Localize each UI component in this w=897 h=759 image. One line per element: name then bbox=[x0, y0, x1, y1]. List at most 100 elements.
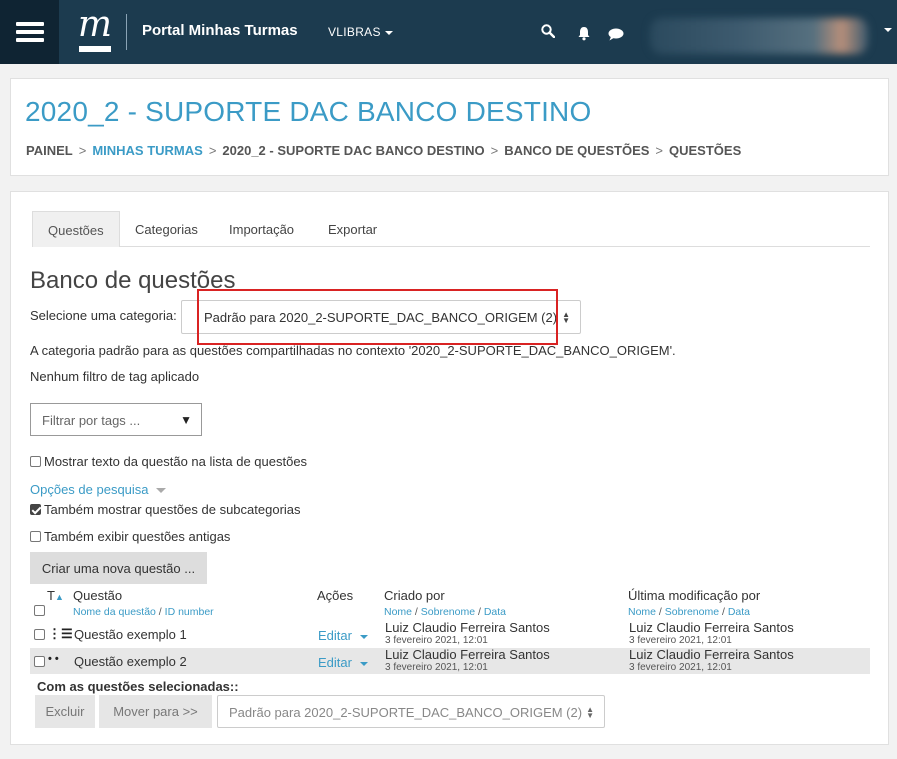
sort-modified-first-name[interactable]: Nome bbox=[628, 606, 656, 618]
user-menu-blurred[interactable] bbox=[650, 18, 868, 54]
page-title: 2020_2 - SUPORTE DAC BANCO DESTINO bbox=[25, 96, 592, 127]
bell-icon[interactable] bbox=[577, 26, 591, 41]
created-column-header: Criado por bbox=[384, 588, 445, 603]
sort-created-last-name[interactable]: Sobrenome bbox=[421, 606, 475, 618]
site-logo[interactable]: m bbox=[76, 4, 114, 52]
row-checkbox[interactable] bbox=[34, 656, 45, 667]
menu-toggle-button[interactable] bbox=[0, 0, 59, 64]
show-text-checkbox[interactable] bbox=[30, 456, 41, 467]
dots-icon: • • bbox=[48, 653, 59, 665]
chevron-down-icon bbox=[384, 30, 393, 35]
tag-filter-status: Nenhum filtro de tag aplicado bbox=[30, 369, 200, 384]
tab-bar: Questões Categorias Importação Exportar bbox=[32, 211, 870, 247]
chat-icon[interactable] bbox=[608, 28, 624, 41]
create-question-button[interactable]: Criar uma nova questão ... bbox=[30, 552, 207, 584]
dropdown-triangle-icon: ▼ bbox=[180, 413, 192, 427]
move-to-button[interactable]: Mover para >> bbox=[99, 695, 212, 728]
created-by-name: Luiz Claudio Ferreira Santos bbox=[385, 620, 550, 635]
vlibras-label: VLIBRAS bbox=[328, 25, 381, 39]
highlight-annotation-box bbox=[197, 289, 558, 345]
tab-exportar[interactable]: Exportar bbox=[313, 211, 392, 247]
sort-created-date[interactable]: Data bbox=[484, 606, 506, 618]
sort-question-name[interactable]: Nome da questão bbox=[73, 606, 156, 618]
sort-type-header[interactable]: T▲ bbox=[47, 588, 64, 603]
old-questions-option[interactable]: Também exibir questões antigas bbox=[30, 529, 230, 544]
modified-by-name: Luiz Claudio Ferreira Santos bbox=[629, 620, 794, 635]
search-icon[interactable] bbox=[541, 24, 555, 38]
old-questions-checkbox[interactable] bbox=[30, 531, 41, 542]
show-text-option[interactable]: Mostrar texto da questão na lista de que… bbox=[30, 454, 307, 469]
logo-letter: m bbox=[77, 4, 113, 45]
question-name: Questão exemplo 2 bbox=[74, 654, 187, 669]
show-text-label: Mostrar texto da questão na lista de que… bbox=[44, 454, 308, 469]
breadcrumb-item-course[interactable]: 2020_2 - SUPORTE DAC BANCO DESTINO bbox=[222, 143, 484, 158]
search-options-toggle[interactable]: Opções de pesquisa bbox=[30, 482, 167, 497]
move-target-value: Padrão para 2020_2-SUPORTE_DAC_BANCO_ORI… bbox=[229, 705, 583, 720]
site-name-link[interactable]: Portal Minhas Turmas bbox=[142, 22, 298, 39]
tag-filter-placeholder: Filtrar por tags ... bbox=[42, 413, 141, 428]
sort-id-number[interactable]: ID number bbox=[165, 606, 214, 618]
user-chevron-down-icon[interactable] bbox=[884, 28, 892, 32]
question-column-header[interactable]: Questão bbox=[73, 588, 122, 603]
menu-icon bbox=[15, 22, 44, 42]
breadcrumb-separator: > bbox=[208, 143, 217, 158]
search-options-label: Opções de pesquisa bbox=[30, 482, 149, 497]
breadcrumb-item-minhas-turmas[interactable]: MINHAS TURMAS bbox=[92, 143, 203, 158]
table-row: ⋮☰ Questão exemplo 1 Editar Luiz Claudio… bbox=[30, 620, 870, 647]
multichoice-icon: ⋮☰ bbox=[48, 626, 73, 641]
with-selected-label: Com as questões selecionadas:: bbox=[37, 679, 239, 694]
sort-created-first-name[interactable]: Nome bbox=[384, 606, 412, 618]
top-navbar: m Portal Minhas Turmas VLIBRAS bbox=[0, 0, 897, 64]
subcategories-label: Também mostrar questões de subcategorias bbox=[44, 502, 301, 517]
tag-filter-input[interactable]: Filtrar por tags ... ▼ bbox=[30, 403, 202, 436]
modified-date: 3 fevereiro 2021, 12:01 bbox=[629, 635, 732, 646]
question-name: Questão exemplo 1 bbox=[74, 627, 187, 642]
chevron-down-icon bbox=[359, 661, 368, 666]
nav-divider bbox=[126, 14, 127, 50]
page-header: 2020_2 - SUPORTE DAC BANCO DESTINO PAINE… bbox=[10, 78, 889, 176]
breadcrumb-separator: > bbox=[490, 143, 499, 158]
chevron-down-icon bbox=[359, 634, 368, 639]
row-checkbox[interactable] bbox=[34, 629, 45, 640]
created-date: 3 fevereiro 2021, 12:01 bbox=[385, 662, 488, 673]
delete-button[interactable]: Excluir bbox=[35, 695, 95, 728]
logo-bar bbox=[79, 46, 111, 52]
question-sort-links: Nome da questão / ID number bbox=[73, 606, 214, 618]
select-arrows-icon: ▲ ▼ bbox=[562, 310, 570, 325]
breadcrumb-item-questions[interactable]: QUESTÕES bbox=[669, 143, 741, 158]
subcategories-option[interactable]: Também mostrar questões de subcategorias bbox=[30, 502, 301, 517]
edit-menu[interactable]: Editar bbox=[318, 628, 368, 643]
select-arrows-icon: ▲ ▼ bbox=[586, 705, 594, 720]
old-questions-label: Também exibir questões antigas bbox=[44, 529, 231, 544]
type-column-header: T bbox=[47, 588, 55, 603]
created-sort-links: Nome / Sobrenome / Data bbox=[384, 606, 507, 618]
question-bank-panel: Questões Categorias Importação Exportar … bbox=[10, 191, 889, 745]
breadcrumb-item-question-bank[interactable]: BANCO DE QUESTÕES bbox=[504, 143, 649, 158]
move-target-select[interactable]: Padrão para 2020_2-SUPORTE_DAC_BANCO_ORI… bbox=[217, 695, 605, 728]
edit-label: Editar bbox=[318, 628, 352, 643]
modified-column-header: Última modificação por bbox=[628, 588, 761, 603]
breadcrumb: PAINEL > MINHAS TURMAS >2020_2 - SUPORTE DA… bbox=[26, 143, 741, 158]
breadcrumb-separator: > bbox=[78, 143, 87, 158]
table-row: • • Questão exemplo 2 Editar Luiz Claudi… bbox=[30, 647, 870, 674]
chevron-down-icon bbox=[156, 488, 167, 494]
tab-categorias[interactable]: Categorias bbox=[120, 211, 213, 247]
edit-label: Editar bbox=[318, 655, 352, 670]
breadcrumb-item-painel[interactable]: PAINEL bbox=[26, 143, 73, 158]
sort-asc-icon: ▲ bbox=[54, 592, 64, 602]
select-all-checkbox[interactable] bbox=[34, 605, 45, 616]
breadcrumb-separator: > bbox=[655, 143, 664, 158]
vlibras-menu[interactable]: VLIBRAS bbox=[328, 25, 393, 39]
sort-modified-last-name[interactable]: Sobrenome bbox=[665, 606, 719, 618]
modified-sort-links: Nome / Sobrenome / Data bbox=[628, 606, 751, 618]
category-info-text: A categoria padrão para as questões comp… bbox=[30, 343, 676, 358]
category-label: Selecione uma categoria: bbox=[30, 308, 177, 323]
sort-modified-date[interactable]: Data bbox=[728, 606, 750, 618]
modified-by-name: Luiz Claudio Ferreira Santos bbox=[629, 647, 794, 662]
subcategories-checkbox[interactable] bbox=[30, 504, 41, 515]
actions-column-header: Ações bbox=[317, 588, 354, 603]
tab-questoes[interactable]: Questões bbox=[32, 211, 120, 247]
tab-importacao[interactable]: Importação bbox=[214, 211, 309, 247]
created-by-name: Luiz Claudio Ferreira Santos bbox=[385, 647, 550, 662]
edit-menu[interactable]: Editar bbox=[318, 655, 368, 670]
